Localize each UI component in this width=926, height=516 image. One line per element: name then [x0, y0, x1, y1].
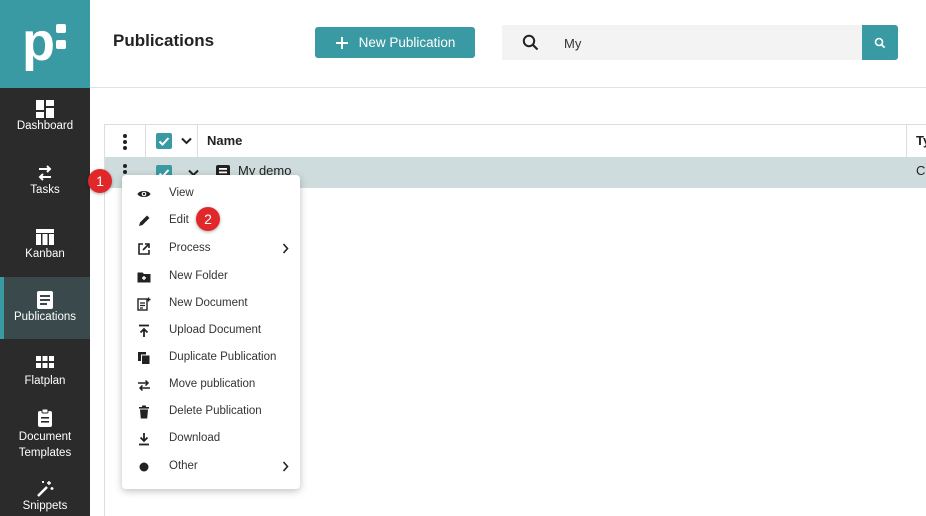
chevron-right-icon: [282, 243, 289, 254]
annotation-badge-2: 2: [196, 207, 220, 231]
logo-colon: [56, 24, 66, 56]
column-header-type[interactable]: Ty: [916, 133, 926, 148]
upload-icon: [139, 324, 149, 337]
trash-icon: [139, 405, 149, 419]
menu-item-other[interactable]: Other: [122, 454, 300, 481]
sidebar-item-snippets[interactable]: Snippets: [0, 480, 90, 516]
swap-arrows-icon: [38, 165, 52, 181]
menu-item-label: Download: [169, 432, 221, 444]
sidebar-item-label: Flatplan: [24, 375, 66, 387]
menu-item-label: New Folder: [169, 270, 228, 282]
row-type: C: [916, 163, 926, 178]
menu-item-label: Duplicate Publication: [169, 351, 277, 363]
search-input[interactable]: [562, 33, 846, 53]
search-icon: [874, 37, 886, 48]
clipboard-icon: [38, 409, 52, 427]
menu-item-label: View: [169, 187, 194, 199]
column-header-name[interactable]: Name: [207, 133, 242, 148]
menu-item-move-publication[interactable]: Move publication: [122, 372, 300, 399]
sidebar-item-label: Document Templates: [18, 431, 72, 459]
new-publication-label: New Publication: [358, 35, 456, 50]
grid-icon: [36, 356, 54, 368]
document-plus-icon: [137, 297, 151, 311]
menu-item-label: Delete Publication: [169, 405, 262, 417]
document-icon: [37, 291, 53, 309]
folder-plus-icon: [137, 272, 151, 283]
sidebar-item-flatplan[interactable]: Flatplan: [0, 355, 90, 405]
menu-item-label: Edit: [169, 214, 189, 226]
menu-item-new-folder[interactable]: New Folder: [122, 264, 300, 291]
new-publication-button[interactable]: New Publication: [315, 27, 475, 58]
sidebar-item-label: Kanban: [25, 248, 65, 260]
magic-wand-icon: [37, 481, 54, 497]
logo-letter: p: [22, 12, 55, 72]
menu-item-label: Upload Document: [169, 324, 262, 336]
eye-icon: [137, 191, 151, 197]
page-title: Publications: [113, 31, 215, 50]
table-header: Name Ty: [105, 124, 926, 158]
download-icon: [139, 433, 149, 446]
pencil-icon: [139, 215, 150, 226]
kanban-icon: [36, 229, 54, 245]
search-box: [502, 25, 862, 60]
select-all-checkbox[interactable]: [156, 133, 172, 149]
menu-item-label: Process: [169, 242, 211, 254]
chevron-down-icon[interactable]: [181, 137, 192, 145]
menu-item-delete-publication[interactable]: Delete Publication: [122, 399, 300, 426]
sidebar-item-label: Snippets: [22, 500, 68, 512]
menu-item-upload-document[interactable]: Upload Document: [122, 318, 300, 345]
dashboard-icon: [36, 100, 54, 118]
plus-icon: [335, 36, 348, 49]
menu-item-download[interactable]: Download: [122, 426, 300, 453]
menu-item-label: New Document: [169, 297, 248, 309]
sidebar-item-label: Dashboard: [16, 120, 74, 132]
circle-icon: [139, 462, 149, 472]
annotation-badge-1: 1: [88, 169, 112, 193]
menu-item-new-document[interactable]: New Document: [122, 291, 300, 318]
sidebar-item-dashboard[interactable]: Dashboard: [0, 100, 90, 150]
menu-item-process[interactable]: Process: [122, 236, 300, 263]
menu-item-label: Other: [169, 460, 198, 472]
sidebar: p Dashboard Tasks Kanban Publications Fl…: [0, 0, 90, 516]
move-arrows-icon: [138, 379, 150, 392]
sidebar-item-label: Tasks: [30, 184, 60, 196]
menu-item-duplicate-publication[interactable]: Duplicate Publication: [122, 345, 300, 372]
header-menu-icon[interactable]: [123, 134, 127, 152]
sidebar-item-label: Publications: [13, 311, 76, 323]
sidebar-item-kanban[interactable]: Kanban: [0, 228, 90, 278]
search-button[interactable]: [862, 25, 898, 60]
menu-item-view[interactable]: View: [122, 181, 300, 208]
app-logo[interactable]: p: [0, 0, 90, 88]
duplicate-icon: [138, 352, 151, 365]
external-link-icon: [138, 243, 150, 255]
chevron-right-icon: [282, 461, 289, 472]
sidebar-item-document-templates[interactable]: Document Templates: [0, 409, 90, 469]
sidebar-item-tasks[interactable]: Tasks: [0, 164, 90, 214]
search-icon: [522, 34, 539, 51]
menu-item-label: Move publication: [169, 378, 256, 390]
sidebar-item-publications[interactable]: Publications: [0, 277, 90, 339]
